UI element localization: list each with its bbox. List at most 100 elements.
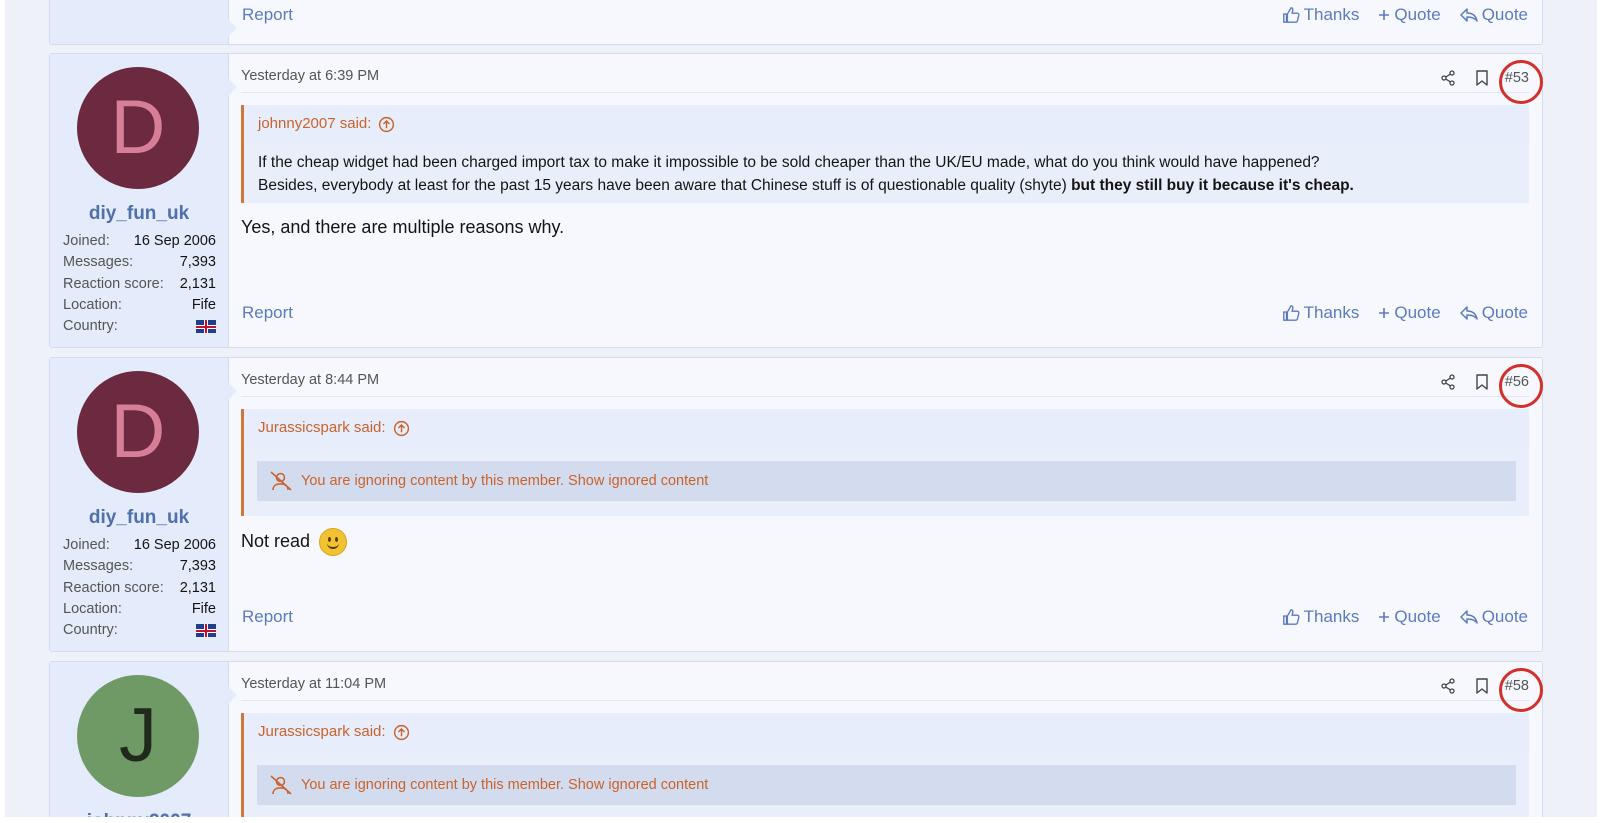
post-main: Yesterday at 6:39 PM #53 johnny2007 said… [228,54,1543,347]
thanks-button[interactable]: Thanks [1282,303,1359,323]
bookmark-icon[interactable] [1472,372,1492,392]
location-value[interactable]: Fife [192,599,216,620]
quote-header[interactable]: johnny2007 said: [244,105,1529,143]
quote-author[interactable]: johnny2007 said: [258,105,371,143]
ignored-notice: You are ignoring content by this member.… [257,765,1516,805]
messages-value[interactable]: 7,393 [180,252,216,273]
quote-plus-label: Quote [1394,607,1441,626]
reaction-label: Reaction score: [63,579,164,596]
report-link[interactable]: Report [242,607,293,627]
bookmark-icon[interactable] [1472,68,1492,88]
ignored-text: You are ignoring content by this member. [301,473,565,489]
post-number[interactable]: #58 [1505,678,1529,694]
post-footer: Report Thanks Quote Quote [242,607,1528,631]
joined-value: 16 Sep 2006 [133,537,216,553]
post-date[interactable]: Yesterday at 6:39 PM [241,68,379,84]
thanks-button[interactable]: Thanks [1282,607,1359,627]
share-icon[interactable] [1438,68,1458,88]
quote-content: If the cheap widget had been charged imp… [244,143,1529,203]
multi-quote-button[interactable]: Quote [1378,303,1441,323]
quote-header[interactable]: Jurassicspark said: [244,713,1529,751]
user-cell [50,0,237,44]
muted-user-icon [269,470,293,492]
quote-author[interactable]: Jurassicspark said: [258,713,386,751]
bookmark-icon[interactable] [1472,676,1492,696]
quote-plus-label: Quote [1394,303,1441,322]
quote-button[interactable]: Quote [1459,303,1528,323]
country-label: Country: [63,622,118,639]
reply-icon [1459,306,1478,320]
country-label: Country: [63,318,118,335]
user-stats: Joined: 16 Sep 2006 Messages: 7,393 Reacti… [63,231,216,337]
messages-label: Messages: [63,254,134,271]
avatar[interactable]: J [77,675,199,797]
post-main: Report Thanks Quote Quote [228,0,1542,44]
quote-label: Quote [1481,5,1528,24]
quote-author[interactable]: Jurassicspark said: [258,409,386,447]
user-cell: J johnny2007 [50,662,237,817]
thumbs-up-icon [1282,7,1300,23]
post-56: D diy_fun_uk Joined: 16 Sep 2006 Messages… [49,357,1543,652]
post-53: D diy_fun_uk Joined: 16 Sep 2006 Messages… [49,53,1543,348]
messages-label: Messages: [63,558,134,575]
plus-icon [1379,10,1390,20]
ignored-wrap: You are ignoring content by this member.… [244,447,1529,516]
user-cell: D diy_fun_uk Joined: 16 Sep 2006 Messages… [50,54,237,347]
reply-icon [1459,610,1478,624]
uk-flag-icon [196,320,216,334]
thread-page: Report Thanks Quote Quote D diy_fun_uk J… [5,0,1597,817]
thanks-button[interactable]: Thanks [1282,5,1360,25]
quote-header[interactable]: Jurassicspark said: [244,409,1529,447]
meta-icons: #58 [1424,672,1529,700]
arrow-up-circle-icon[interactable] [378,116,395,133]
post-number[interactable]: #56 [1505,374,1529,390]
uk-flag-icon [196,624,216,638]
post-meta: Yesterday at 11:04 PM #58 [241,668,1543,712]
show-ignored-link[interactable]: Show ignored content [568,473,708,489]
avatar[interactable]: D [77,371,199,493]
post-actions: Thanks Quote Quote [1263,607,1528,627]
ignored-text: You are ignoring content by this member. [301,777,565,793]
quote-label: Quote [1481,607,1528,626]
username[interactable]: diy_fun_uk [50,203,228,225]
reaction-value: 2,131 [179,579,216,596]
ignored-wrap: You are ignoring content by this member.… [244,751,1529,817]
post-meta: Yesterday at 6:39 PM #53 [241,60,1543,104]
ignored-notice: You are ignoring content by this member.… [257,461,1516,501]
share-icon[interactable] [1438,372,1458,392]
meta-icons: #53 [1424,64,1529,92]
messages-value[interactable]: 7,393 [180,556,216,577]
share-icon[interactable] [1438,676,1458,696]
location-value[interactable]: Fife [192,295,216,316]
post-number[interactable]: #53 [1505,70,1529,86]
quote-line: If the cheap widget had been charged imp… [258,154,1320,171]
username[interactable]: johnny2007 [50,811,228,817]
post-58: J johnny2007 Yesterday at 11:04 PM #58 [49,661,1543,817]
report-link[interactable]: Report [242,5,293,25]
avatar[interactable]: D [77,67,199,189]
show-ignored-link[interactable]: Show ignored content [568,777,708,793]
arrow-up-circle-icon[interactable] [393,724,410,741]
meta-icons: #56 [1424,368,1529,396]
post-date[interactable]: Yesterday at 11:04 PM [241,676,386,692]
quote-plus-label: Quote [1394,5,1441,24]
thumbs-up-icon [1282,305,1300,321]
location-label: Location: [63,296,122,313]
thumbs-up-icon [1282,609,1300,625]
thanks-label: Thanks [1303,5,1360,24]
joined-label: Joined: [63,537,110,553]
report-link[interactable]: Report [242,303,293,323]
post-actions: Thanks Quote Quote [1263,303,1528,323]
post-message: Yes, and there are multiple reasons why. [241,217,565,237]
quote-button[interactable]: Quote [1459,5,1528,25]
arrow-up-circle-icon[interactable] [393,420,410,437]
multi-quote-button[interactable]: Quote [1378,5,1441,25]
multi-quote-button[interactable]: Quote [1378,607,1441,627]
post-meta: Yesterday at 8:44 PM #56 [241,364,1543,408]
reaction-value: 2,131 [179,275,216,292]
user-stats: Joined: 16 Sep 2006 Messages: 7,393 Reacti… [63,535,216,641]
username[interactable]: diy_fun_uk [50,507,228,529]
quote-button[interactable]: Quote [1459,607,1528,627]
post-date[interactable]: Yesterday at 8:44 PM [241,372,379,388]
reaction-label: Reaction score: [63,275,164,292]
